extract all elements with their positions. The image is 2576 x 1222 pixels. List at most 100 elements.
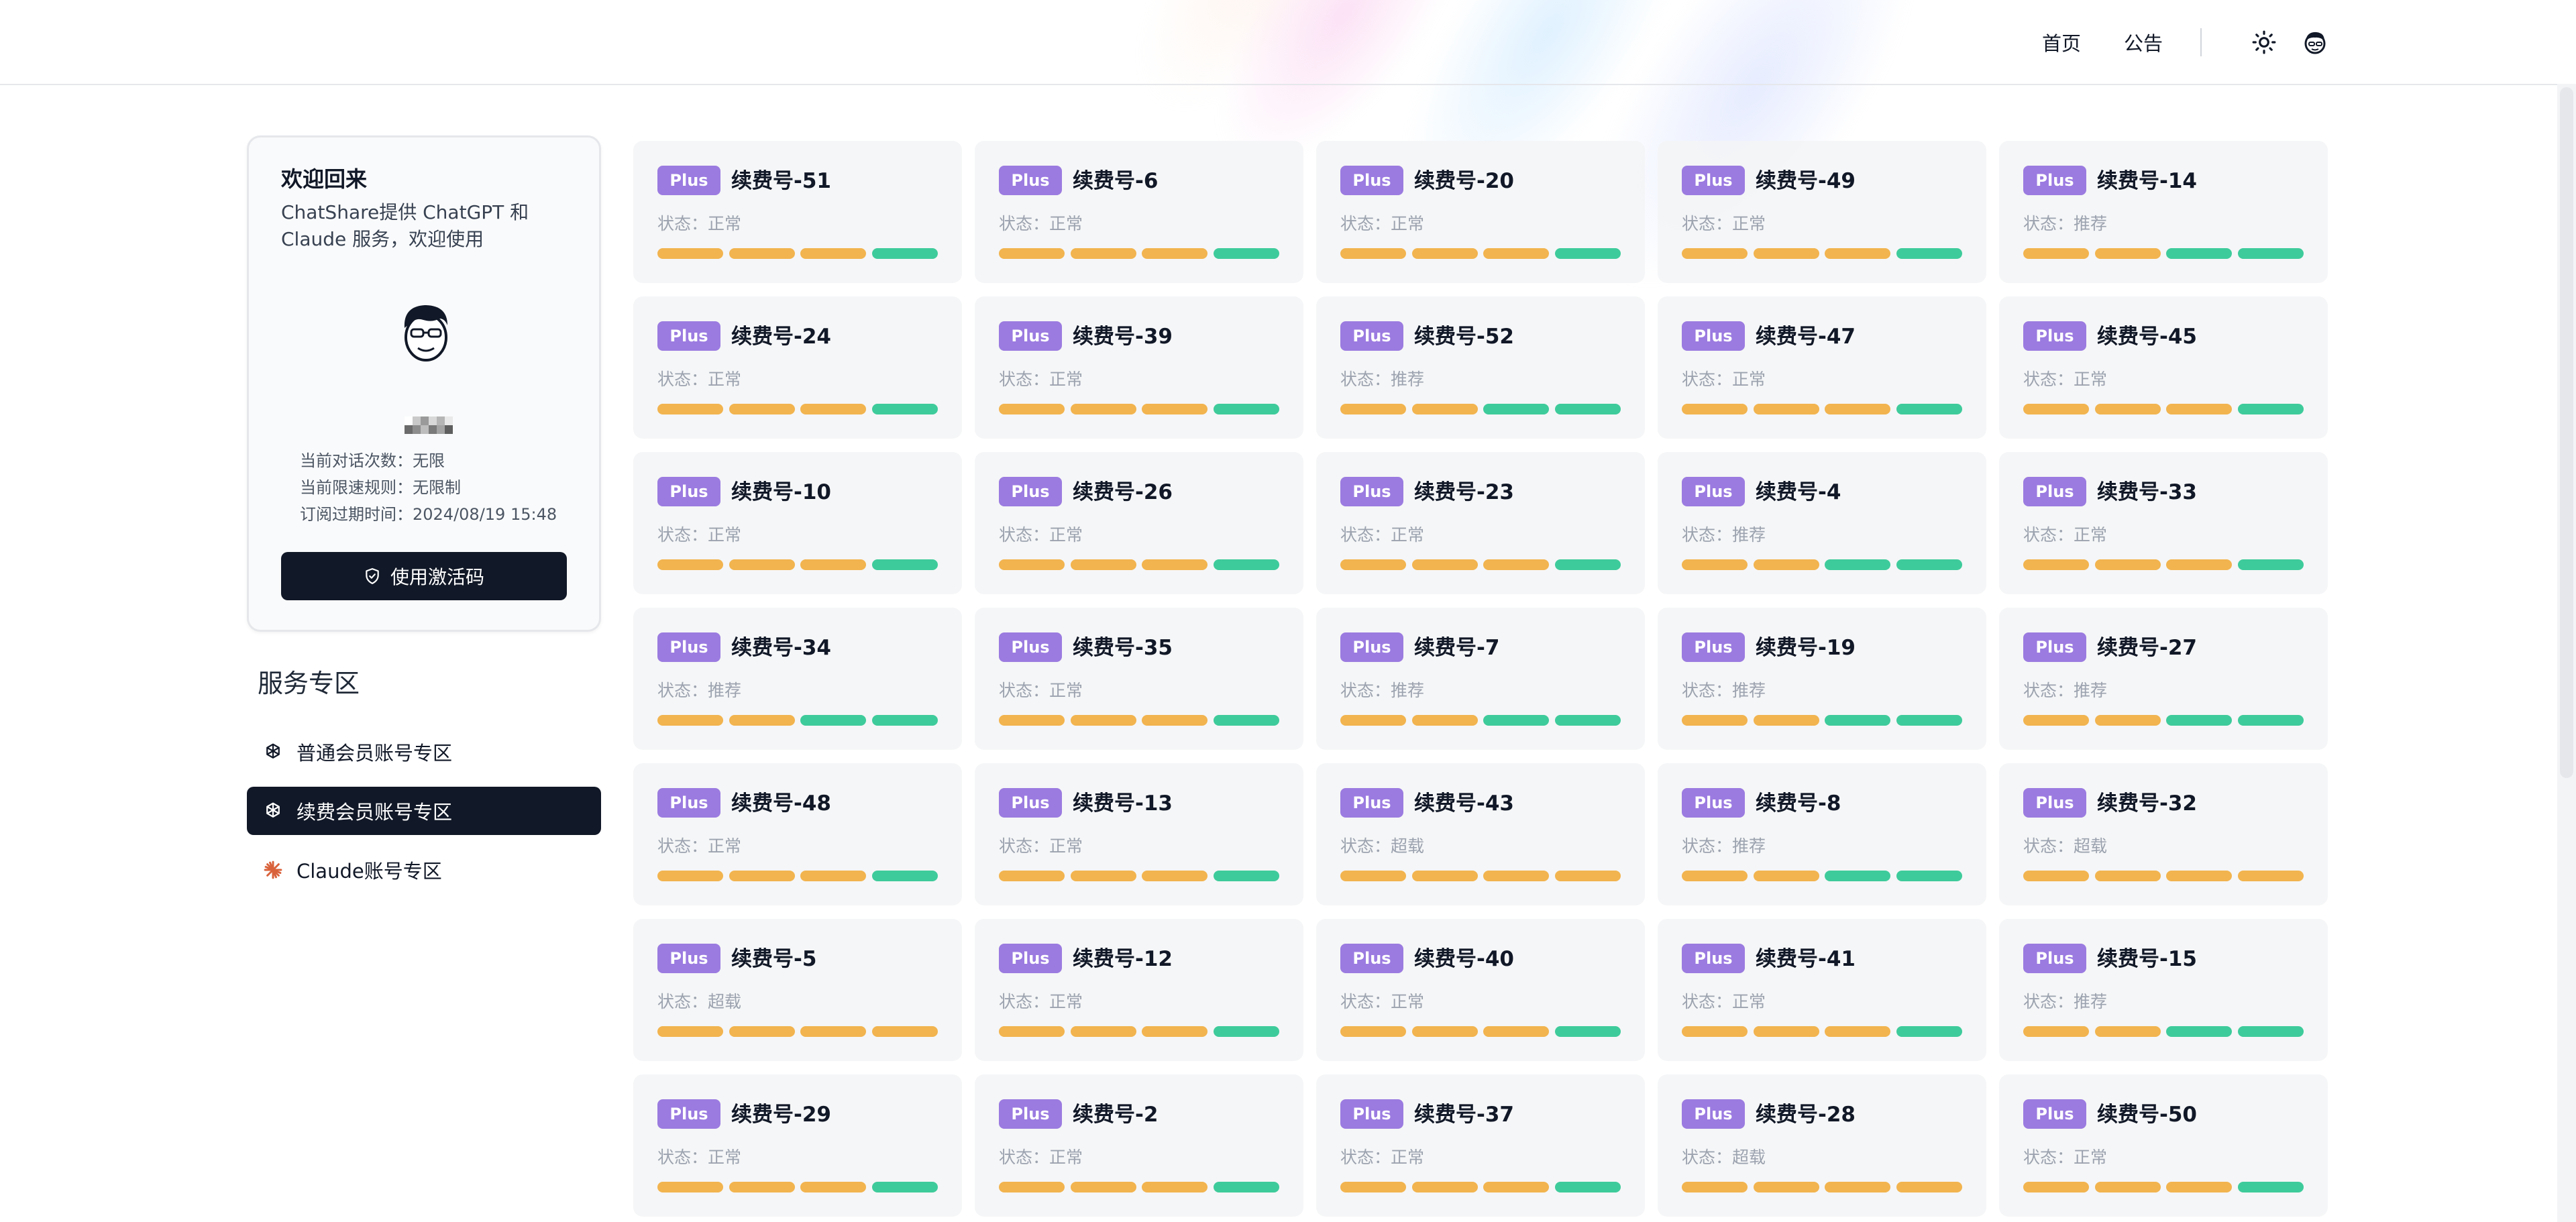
account-card[interactable]: Plus 续费号-49 状态：正常 xyxy=(1658,141,1986,283)
load-bar-segment xyxy=(1142,871,1208,881)
account-status: 状态：推荐 xyxy=(1340,681,1425,700)
service-item-2[interactable]: Claude账号专区 xyxy=(247,846,601,894)
service-item-0[interactable]: 普通会员账号专区 xyxy=(247,728,601,776)
load-bar-segment xyxy=(1483,1182,1550,1192)
account-card[interactable]: Plus 续费号-41 状态：正常 xyxy=(1658,919,1986,1061)
account-card[interactable]: Plus 续费号-4 状态：推荐 xyxy=(1658,452,1986,594)
account-status: 状态：正常 xyxy=(2023,525,2108,545)
load-bar-segment xyxy=(1070,871,1136,881)
account-name: 续费号-34 xyxy=(731,636,832,660)
account-card[interactable]: Plus 续费号-24 状态：正常 xyxy=(633,296,962,439)
load-bar-segment xyxy=(657,871,723,881)
account-card[interactable]: Plus 续费号-8 状态：推荐 xyxy=(1658,763,1986,905)
plus-badge: Plus xyxy=(2023,788,2086,818)
account-card[interactable]: Plus 续费号-43 状态：超载 xyxy=(1316,763,1645,905)
account-card[interactable]: Plus 续费号-34 状态：推荐 xyxy=(633,608,962,750)
load-bar-segment xyxy=(1070,1182,1136,1192)
load-bar-segment xyxy=(729,404,795,414)
plus-badge: Plus xyxy=(1340,788,1403,818)
account-card[interactable]: Plus 续费号-32 状态：超载 xyxy=(1999,763,2328,905)
load-bar-segment xyxy=(2166,1026,2233,1037)
load-bar-segment xyxy=(1554,715,1621,726)
plus-badge: Plus xyxy=(1682,321,1745,351)
expiry-info: 订阅过期时间：2024/08/19 15:48 xyxy=(300,505,557,524)
load-bar-segment xyxy=(2166,559,2233,570)
activate-code-button[interactable]: 使用激活码 xyxy=(281,552,567,600)
load-bar-segment xyxy=(1142,1026,1208,1037)
plus-badge: Plus xyxy=(657,166,720,195)
account-card[interactable]: Plus 续费号-2 状态：正常 xyxy=(975,1074,1303,1217)
account-name: 续费号-28 xyxy=(1756,1103,1856,1127)
page-scrollbar-thumb[interactable] xyxy=(2560,87,2573,778)
account-card[interactable]: Plus 续费号-45 状态：正常 xyxy=(1999,296,2328,439)
plus-badge: Plus xyxy=(2023,1099,2086,1129)
account-card[interactable]: Plus 续费号-19 状态：推荐 xyxy=(1658,608,1986,750)
nav-notice-link[interactable]: 公告 xyxy=(2124,28,2163,56)
plus-badge: Plus xyxy=(2023,166,2086,195)
load-bar-segment xyxy=(657,1182,723,1192)
load-bar-segment xyxy=(1213,871,1279,881)
account-grid: Plus 续费号-51 状态：正常 Plus 续费号-6 状态：正常 Plus 续费号-20 状… xyxy=(633,141,2330,1217)
load-bar-segment xyxy=(1340,404,1406,414)
load-bar-segment xyxy=(1825,559,1891,570)
load-indicator xyxy=(657,248,938,259)
account-status: 状态：正常 xyxy=(999,681,1083,700)
nav-home-link[interactable]: 首页 xyxy=(2042,28,2081,56)
load-bar-segment xyxy=(729,559,795,570)
account-card[interactable]: Plus 续费号-20 状态：正常 xyxy=(1316,141,1645,283)
user-avatar-icon[interactable] xyxy=(2297,24,2333,60)
openai-icon xyxy=(262,799,284,822)
account-card[interactable]: Plus 续费号-5 状态：超载 xyxy=(633,919,962,1061)
account-name: 续费号-43 xyxy=(1414,791,1515,816)
load-bar-segment xyxy=(999,1026,1065,1037)
account-card[interactable]: Plus 续费号-15 状态：推荐 xyxy=(1999,919,2328,1061)
load-bar-segment xyxy=(1411,1026,1478,1037)
load-bar-segment xyxy=(2023,871,2089,881)
load-bar-segment xyxy=(1340,871,1406,881)
account-card[interactable]: Plus 续费号-50 状态：正常 xyxy=(1999,1074,2328,1217)
account-card[interactable]: Plus 续费号-40 状态：正常 xyxy=(1316,919,1645,1061)
load-indicator xyxy=(1340,871,1621,881)
load-bar-segment xyxy=(1682,871,1748,881)
account-card[interactable]: Plus 续费号-37 状态：正常 xyxy=(1316,1074,1645,1217)
load-bar-segment xyxy=(2166,1182,2233,1192)
load-bar-segment xyxy=(800,715,867,726)
nav-divider xyxy=(2200,28,2202,56)
load-bar-segment xyxy=(1142,404,1208,414)
account-card[interactable]: Plus 续费号-47 状态：正常 xyxy=(1658,296,1986,439)
load-bar-segment xyxy=(2237,715,2304,726)
chat-count-info: 当前对话次数：无限 xyxy=(300,451,445,470)
account-card[interactable]: Plus 续费号-7 状态：推荐 xyxy=(1316,608,1645,750)
service-item-1[interactable]: 续费会员账号专区 xyxy=(247,787,601,835)
account-status: 状态：正常 xyxy=(999,370,1083,389)
theme-toggle-sun-icon[interactable] xyxy=(2246,24,2282,60)
account-card[interactable]: Plus 续费号-10 状态：正常 xyxy=(633,452,962,594)
load-bar-segment xyxy=(2237,871,2304,881)
account-card[interactable]: Plus 续费号-33 状态：正常 xyxy=(1999,452,2328,594)
load-indicator xyxy=(1340,248,1621,259)
account-card[interactable]: Plus 续费号-6 状态：正常 xyxy=(975,141,1303,283)
account-card[interactable]: Plus 续费号-28 状态：超载 xyxy=(1658,1074,1986,1217)
account-card[interactable]: Plus 续费号-23 状态：正常 xyxy=(1316,452,1645,594)
load-bar-segment xyxy=(1682,559,1748,570)
load-bar-segment xyxy=(1554,1026,1621,1037)
account-card[interactable]: Plus 续费号-51 状态：正常 xyxy=(633,141,962,283)
account-card[interactable]: Plus 续费号-35 状态：正常 xyxy=(975,608,1303,750)
load-indicator xyxy=(1682,404,1962,414)
account-card[interactable]: Plus 续费号-52 状态：推荐 xyxy=(1316,296,1645,439)
account-card[interactable]: Plus 续费号-26 状态：正常 xyxy=(975,452,1303,594)
plus-badge: Plus xyxy=(2023,632,2086,662)
account-card[interactable]: Plus 续费号-27 状态：推荐 xyxy=(1999,608,2328,750)
account-name: 续费号-45 xyxy=(2097,325,2198,349)
load-indicator xyxy=(1682,559,1962,570)
account-card[interactable]: Plus 续费号-14 状态：推荐 xyxy=(1999,141,2328,283)
account-name: 续费号-50 xyxy=(2097,1103,2198,1127)
account-card[interactable]: Plus 续费号-13 状态：正常 xyxy=(975,763,1303,905)
load-bar-segment xyxy=(1682,1026,1748,1037)
load-bar-segment xyxy=(1340,1182,1406,1192)
account-card[interactable]: Plus 续费号-48 状态：正常 xyxy=(633,763,962,905)
account-card[interactable]: Plus 续费号-12 状态：正常 xyxy=(975,919,1303,1061)
account-card[interactable]: Plus 续费号-39 状态：正常 xyxy=(975,296,1303,439)
account-card[interactable]: Plus 续费号-29 状态：正常 xyxy=(633,1074,962,1217)
load-bar-segment xyxy=(1753,871,1819,881)
